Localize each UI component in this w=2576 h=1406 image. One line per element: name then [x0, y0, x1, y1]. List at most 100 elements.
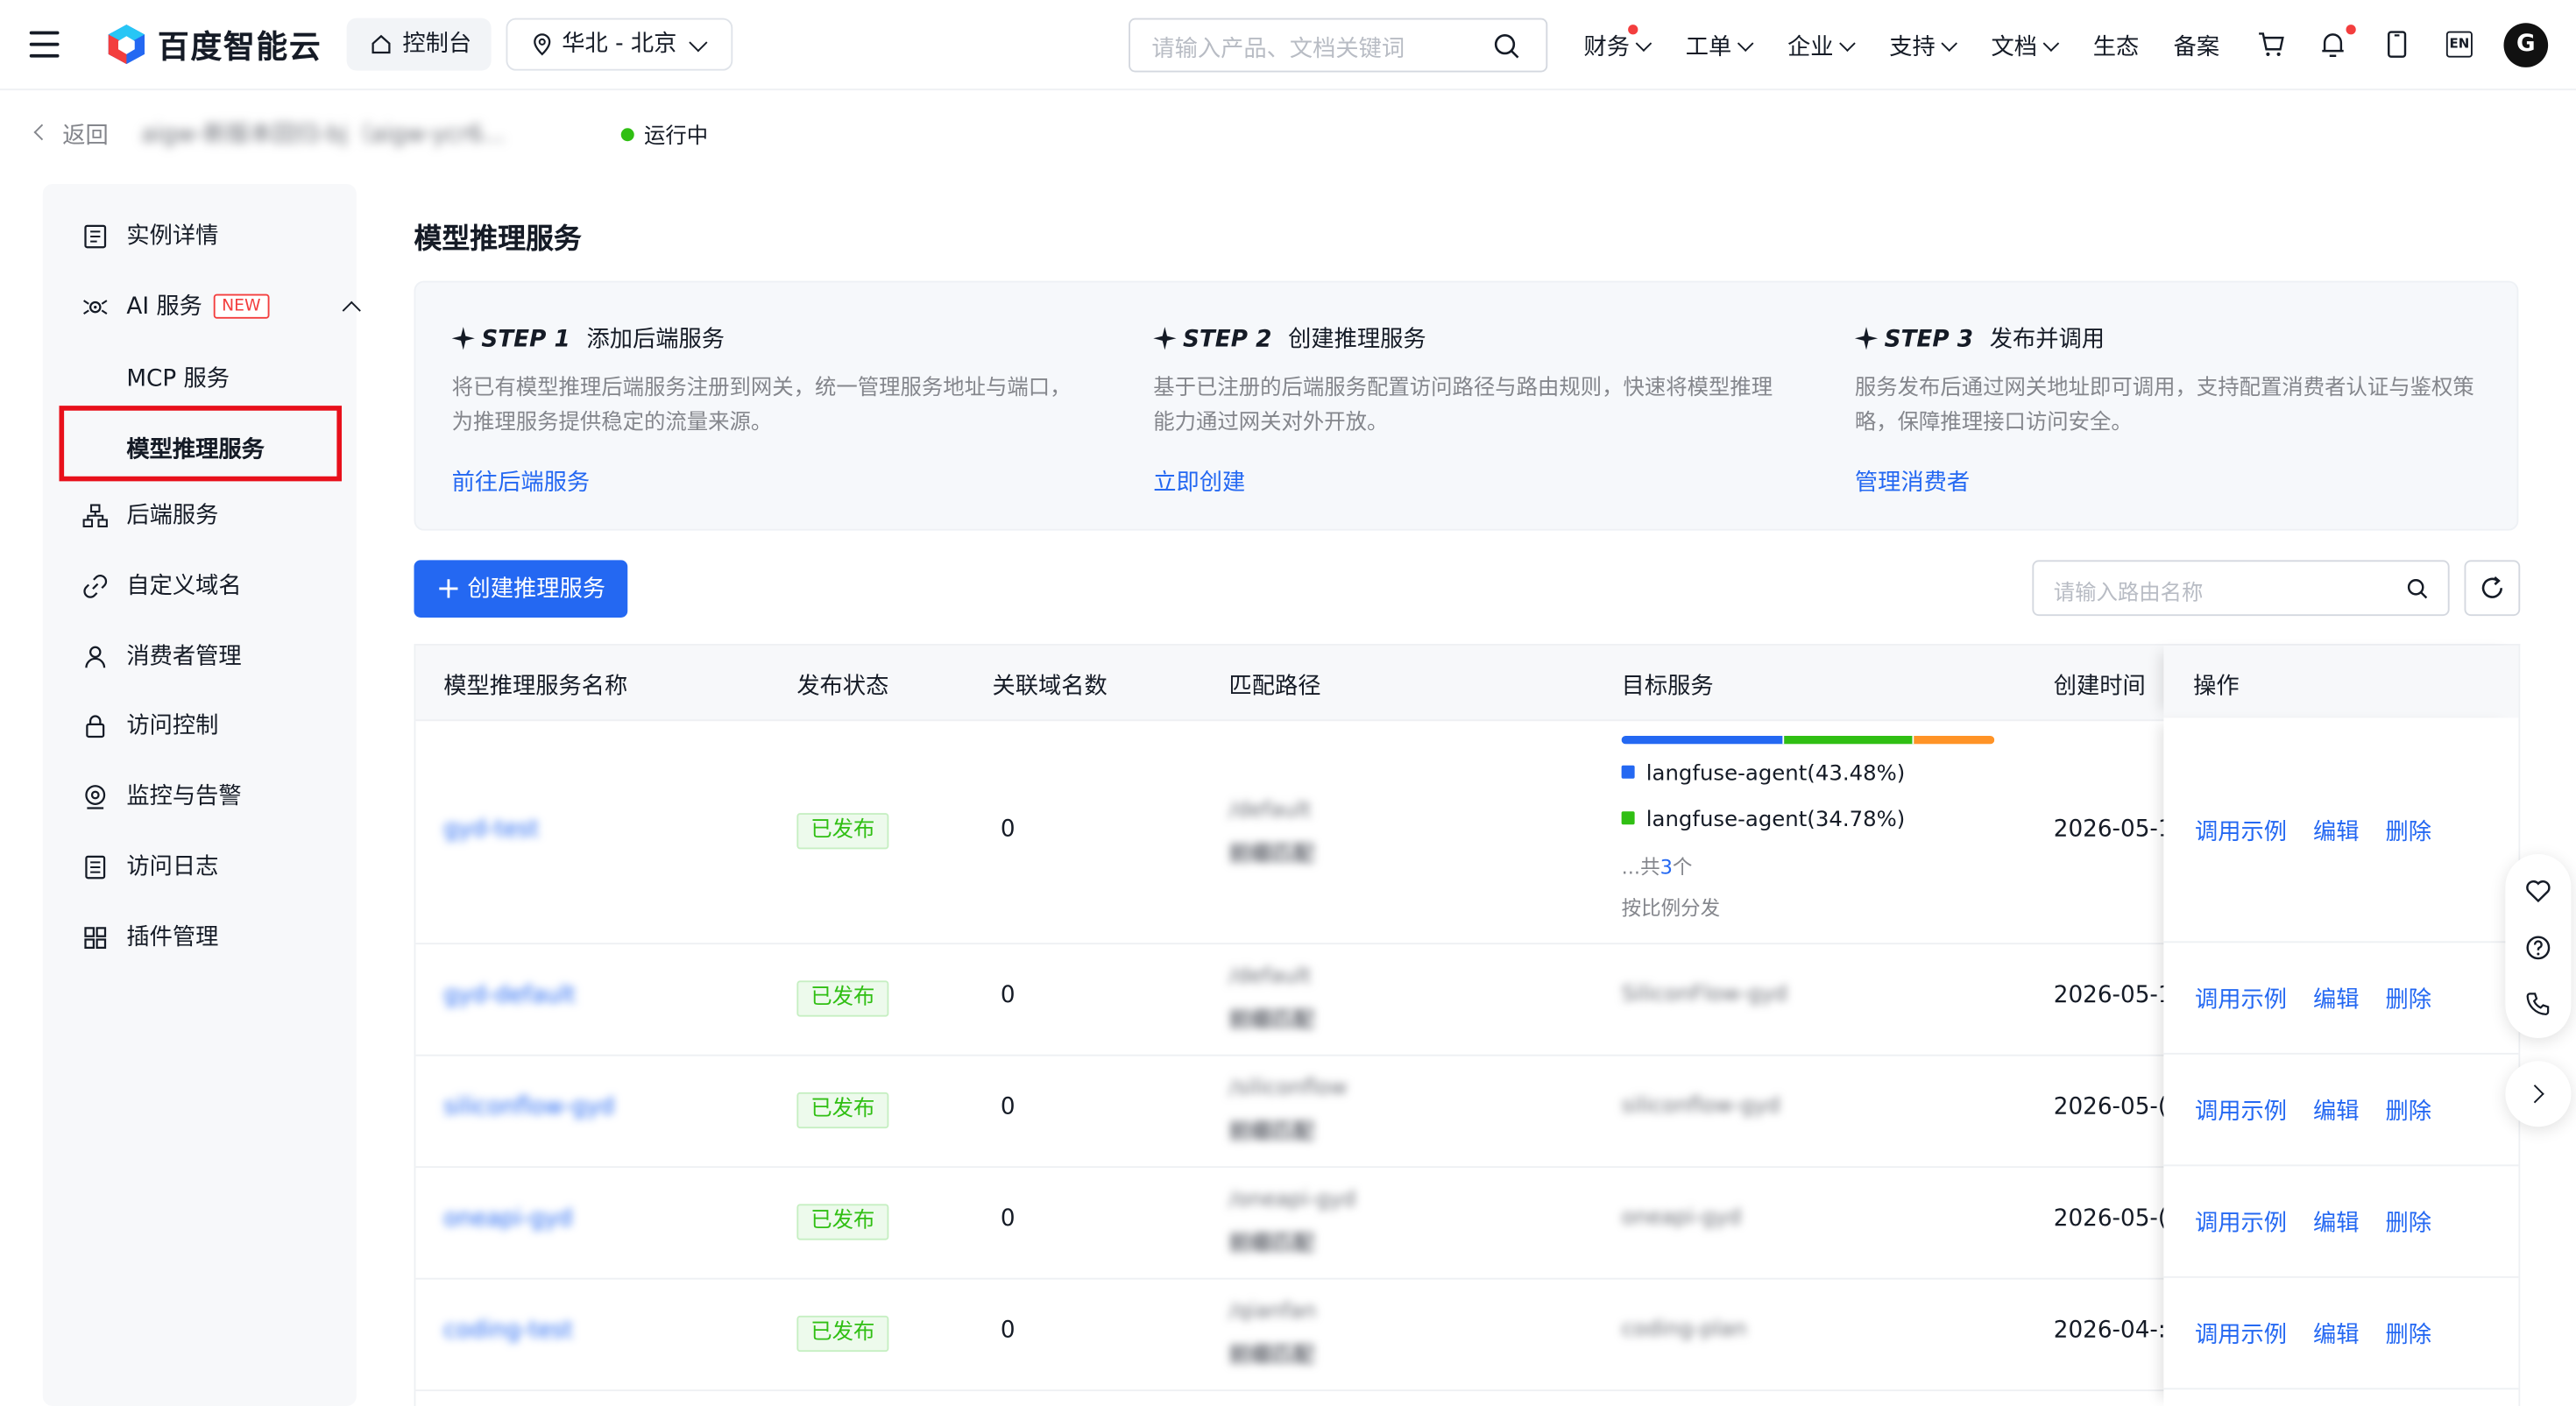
col-match-path: 匹配路径	[1228, 673, 1321, 700]
notification-dot	[1628, 25, 1638, 35]
col-service-name: 模型推理服务名称	[443, 673, 628, 700]
sidebar-item-label: 消费者管理	[126, 644, 242, 670]
created-time: 2026-05-(	[2053, 1205, 2168, 1233]
floating-toolbar	[2505, 854, 2572, 1038]
route-search-input[interactable]: 请输入路由名称	[2032, 560, 2450, 617]
chevron-down-icon	[1737, 35, 1754, 52]
sidebar: 实例详情 AI 服务 NEW MCP 服务 模型推理服务 后端服务 自定义域名 …	[42, 184, 361, 1406]
instance-title: aigw-新版本回归-bj（aigw-ycr6...	[141, 121, 506, 148]
more-targets-count[interactable]: 3	[1660, 856, 1673, 879]
create-inference-service-button[interactable]: + 创建推理服务	[414, 560, 628, 618]
chevron-up-icon[interactable]	[342, 300, 361, 320]
delete-link[interactable]: 删除	[2386, 815, 2432, 848]
console-button[interactable]: 控制台	[346, 18, 492, 71]
network-tree-icon	[82, 504, 108, 527]
create-button-label: 创建推理服务	[467, 576, 606, 604]
target-service-name: langfuse-agent(34.78%)	[1645, 808, 1906, 833]
plus-icon: +	[435, 571, 462, 606]
invoke-example-link[interactable]: 调用示例	[2195, 815, 2287, 848]
sidebar-item-label: 自定义域名	[126, 573, 242, 600]
step-title: 添加后端服务	[586, 327, 725, 354]
operations-column: 调用示例 编辑 删除 调用示例 编辑 删除 调用示例 编辑 删除 调用示例 编辑…	[2163, 717, 2519, 1406]
sparkle-icon	[1153, 327, 1177, 350]
weight-distribution-bar	[1621, 736, 1995, 745]
status-badge: 已发布	[796, 813, 889, 850]
grid-apps-icon	[84, 927, 107, 949]
distribution-note: 按比例分发	[1621, 896, 1721, 920]
sidebar-item-mcp-service[interactable]: MCP 服务	[126, 362, 230, 395]
delete-link[interactable]: 删除	[2386, 1205, 2432, 1239]
nav-filing[interactable]: 备案	[2174, 30, 2220, 63]
mobile-icon[interactable]	[2386, 30, 2409, 60]
domain-count: 0	[1000, 1317, 1016, 1344]
edit-link[interactable]: 编辑	[2313, 982, 2360, 1015]
edit-link[interactable]: 编辑	[2313, 1205, 2360, 1239]
language-switch-icon[interactable]: EN	[2445, 31, 2473, 58]
step-description: 将已有模型推理后端服务注册到网关，统一管理服务地址与端口，为推理服务提供稳定的流…	[451, 376, 1072, 435]
chevron-down-icon	[1635, 35, 1652, 52]
more-targets: ...共3个	[1622, 852, 1693, 880]
sparkle-icon	[451, 327, 475, 350]
more-targets-prefix: ...共	[1621, 855, 1660, 880]
invoke-example-link[interactable]: 调用示例	[2195, 1318, 2287, 1351]
col-domain-count: 关联域名数	[992, 673, 1108, 700]
match-type: 前缀匹配	[1228, 1343, 1315, 1368]
cart-icon[interactable]	[2257, 32, 2285, 58]
search-icon[interactable]	[2407, 578, 2428, 599]
service-name-link[interactable]: coding-test	[443, 1318, 573, 1344]
expand-panel-button[interactable]	[2505, 1061, 2572, 1127]
invoke-example-link[interactable]: 调用示例	[2195, 1205, 2287, 1239]
nav-docs[interactable]: 文档	[1991, 30, 2060, 63]
refresh-icon	[2481, 576, 2502, 598]
invoke-example-link[interactable]: 调用示例	[2195, 982, 2287, 1015]
delete-link[interactable]: 删除	[2386, 1094, 2432, 1127]
nav-support[interactable]: 支持	[1889, 30, 1957, 63]
goto-backend-link[interactable]: 前往后端服务	[452, 465, 591, 498]
region-selector[interactable]: 华北 - 北京	[506, 18, 733, 71]
sidebar-item-label: AI 服务	[126, 293, 202, 321]
domain-count: 0	[1000, 1205, 1016, 1233]
invoke-example-link[interactable]: 调用示例	[2195, 1094, 2287, 1127]
chevron-down-icon	[1839, 35, 1856, 52]
refresh-button[interactable]	[2464, 560, 2521, 617]
service-name-link[interactable]: gyd-default	[443, 982, 576, 1008]
edit-link[interactable]: 编辑	[2313, 815, 2360, 848]
phone-icon[interactable]	[2525, 991, 2551, 1017]
step-number: STEP 1	[481, 327, 570, 354]
avatar[interactable]: G	[2503, 23, 2549, 67]
create-now-link[interactable]: 立即创建	[1153, 465, 1245, 498]
match-path: /qianfan	[1228, 1299, 1317, 1325]
bell-icon[interactable]	[2320, 30, 2346, 60]
created-time: 2026-05-1	[2053, 816, 2173, 843]
baidu-cloud-logo-icon	[108, 25, 145, 65]
domain-count: 0	[1000, 1093, 1016, 1120]
manage-consumers-link[interactable]: 管理消费者	[1855, 465, 1970, 498]
top-bar: 百度智能云 控制台 华北 - 北京 请输入产品、文档关键词 财务 工单 企业 支…	[0, 0, 2576, 91]
nav-enterprise[interactable]: 企业	[1787, 30, 1856, 63]
delete-link[interactable]: 删除	[2386, 982, 2432, 1015]
highlight-annotation-box	[59, 406, 342, 482]
created-time: 2026-05-1	[2053, 982, 2173, 1009]
global-search-input[interactable]: 请输入产品、文档关键词	[1129, 18, 1548, 73]
nav-finance[interactable]: 财务	[1584, 30, 1652, 63]
heart-icon[interactable]	[2525, 879, 2551, 903]
col-publish-status: 发布状态	[796, 673, 889, 700]
search-icon[interactable]	[1493, 33, 1519, 60]
service-name-link[interactable]: gyd-test	[443, 816, 539, 843]
hamburger-menu-icon[interactable]	[29, 31, 60, 58]
sidebar-item-ai-service[interactable]: AI 服务 NEW	[82, 291, 361, 324]
chevron-down-icon	[1941, 35, 1957, 52]
match-type: 前缀匹配	[1228, 1008, 1315, 1034]
help-icon[interactable]	[2525, 935, 2551, 961]
status-badge: 已发布	[796, 1204, 889, 1240]
edit-link[interactable]: 编辑	[2313, 1094, 2360, 1127]
service-name-link[interactable]: siliconflow-gyd	[443, 1094, 614, 1120]
created-time: 2026-05-(	[2053, 1093, 2168, 1120]
logo-text[interactable]: 百度智能云	[158, 23, 322, 67]
nav-ticket[interactable]: 工单	[1686, 30, 1754, 63]
delete-link[interactable]: 删除	[2386, 1318, 2432, 1351]
service-name-link[interactable]: oneapi-gyd	[443, 1205, 572, 1232]
nav-docs-label: 文档	[1991, 34, 2038, 61]
edit-link[interactable]: 编辑	[2313, 1318, 2360, 1351]
nav-ecosystem[interactable]: 生态	[2093, 30, 2140, 63]
